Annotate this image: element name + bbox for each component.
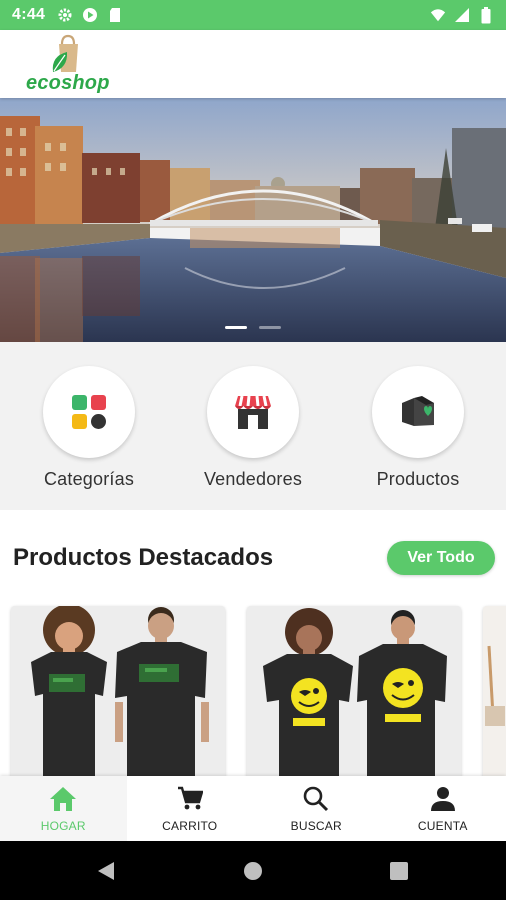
banner-image-river-bridge bbox=[0, 98, 506, 342]
product-card[interactable] bbox=[11, 606, 225, 776]
categories-circle[interactable] bbox=[43, 366, 135, 458]
bottom-navigation: HOGAR CARRITO BUSCAR CUENTA bbox=[0, 776, 506, 841]
nav-home[interactable]: HOGAR bbox=[0, 776, 127, 841]
app-bar: ecoshop bbox=[0, 30, 506, 98]
product-image-green-print-tshirt bbox=[11, 606, 225, 776]
promo-banner-carousel[interactable] bbox=[0, 98, 506, 342]
shortcut-label: Vendedores bbox=[203, 469, 303, 489]
see-all-button[interactable]: Ver Todo bbox=[387, 541, 495, 575]
featured-products-section: Productos Destacados Ver Todo bbox=[0, 510, 506, 776]
nav-label: BUSCAR bbox=[290, 818, 342, 833]
ecoshop-logo[interactable]: ecoshop bbox=[26, 32, 116, 96]
product-image-smiley-tshirt bbox=[247, 606, 461, 776]
settings-icon bbox=[57, 7, 73, 23]
status-time: 4:44 bbox=[12, 6, 46, 23]
nav-label: CARRITO bbox=[162, 818, 218, 833]
back-icon[interactable] bbox=[96, 861, 116, 881]
nav-cart[interactable]: CARRITO bbox=[127, 776, 254, 841]
shopping-bag-leaf-icon bbox=[52, 34, 78, 72]
shortcut-categories[interactable]: Categorías bbox=[24, 366, 154, 490]
categories-icon bbox=[72, 395, 106, 429]
signal-icon bbox=[454, 7, 470, 23]
product-image-partial bbox=[483, 606, 506, 776]
product-box-icon bbox=[402, 396, 434, 426]
carousel-dot-2[interactable] bbox=[259, 326, 281, 329]
system-navigation-bar bbox=[0, 841, 506, 900]
nav-label: CUENTA bbox=[417, 818, 468, 833]
shortcut-products[interactable]: Productos bbox=[353, 366, 483, 490]
cart-icon bbox=[176, 785, 204, 813]
account-icon bbox=[429, 785, 457, 813]
product-card[interactable] bbox=[483, 606, 506, 776]
nav-account[interactable]: CUENTA bbox=[380, 776, 506, 841]
sd-card-icon bbox=[107, 7, 123, 23]
logo-text: ecoshop bbox=[26, 72, 110, 94]
shortcut-vendors[interactable]: Vendedores bbox=[188, 366, 318, 490]
vendors-circle[interactable] bbox=[207, 366, 299, 458]
status-bar: 4:44 bbox=[0, 0, 506, 30]
nav-search[interactable]: BUSCAR bbox=[253, 776, 380, 841]
play-protect-icon bbox=[82, 7, 98, 23]
shortcut-section: Categorías Vendedores Productos bbox=[0, 342, 506, 510]
carousel-dot-1[interactable] bbox=[225, 326, 247, 329]
carousel-indicators bbox=[0, 326, 506, 329]
nav-label: HOGAR bbox=[40, 818, 86, 833]
wifi-icon bbox=[430, 7, 446, 23]
search-icon bbox=[302, 785, 330, 813]
shortcut-label: Categorías bbox=[43, 469, 135, 489]
section-title: Productos Destacados bbox=[13, 544, 274, 571]
battery-icon bbox=[478, 6, 494, 23]
product-card[interactable] bbox=[247, 606, 461, 776]
home-circle-icon[interactable] bbox=[243, 861, 263, 881]
store-icon bbox=[235, 395, 271, 429]
home-icon bbox=[49, 785, 77, 813]
shortcut-label: Productos bbox=[376, 469, 460, 489]
recents-icon[interactable] bbox=[390, 862, 408, 880]
products-circle[interactable] bbox=[372, 366, 464, 458]
